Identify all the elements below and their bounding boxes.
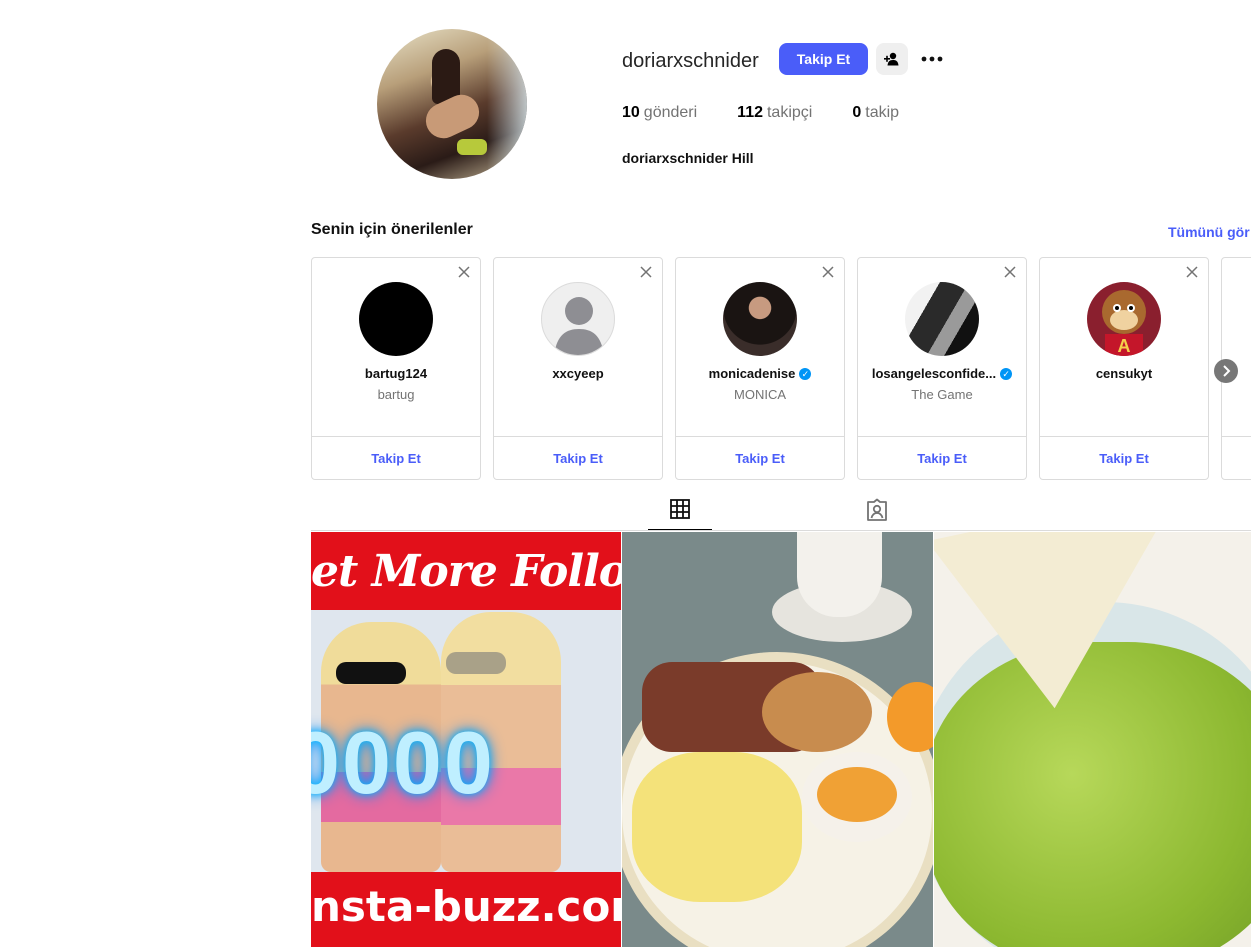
suggestion-follow-button[interactable]: Takip Et bbox=[312, 451, 480, 466]
suggestion-follow-button[interactable]: Takip Et bbox=[676, 451, 844, 466]
suggestion-avatar[interactable] bbox=[541, 282, 615, 356]
tabs-divider bbox=[311, 530, 1251, 531]
suggestion-avatar[interactable] bbox=[359, 282, 433, 356]
suggestion-follow-button[interactable]: Takip Et bbox=[1040, 451, 1208, 466]
post-tile[interactable] bbox=[622, 532, 933, 947]
verified-badge-icon: ✓ bbox=[1000, 368, 1013, 380]
stat-posts-count: 10 bbox=[622, 104, 640, 121]
carousel-next-button[interactable] bbox=[1214, 359, 1238, 383]
profile-stats: 10 gönderi 112 takipçi 0 takip bbox=[622, 104, 939, 122]
card-divider bbox=[312, 436, 480, 437]
more-options-button[interactable] bbox=[918, 47, 946, 71]
suggestion-subtitle: The Game bbox=[911, 387, 973, 402]
suggestion-username[interactable]: bartug124 bbox=[312, 366, 480, 381]
suggestion-card: monicadenise ✓ MONICA Takip Et bbox=[675, 257, 845, 480]
tab-tagged[interactable] bbox=[845, 493, 909, 531]
stat-following-count: 0 bbox=[852, 104, 862, 121]
post-image-cup bbox=[797, 532, 882, 617]
dismiss-icon[interactable] bbox=[457, 265, 471, 279]
card-divider bbox=[1040, 436, 1208, 437]
post-image-eggs bbox=[632, 752, 802, 902]
suggestion-username[interactable]: xxcyeep bbox=[494, 366, 662, 381]
post-image-peaches bbox=[817, 767, 897, 822]
avatar-photo-light bbox=[487, 29, 527, 179]
card-divider bbox=[1222, 436, 1251, 437]
follow-button[interactable]: Takip Et bbox=[779, 43, 868, 75]
dismiss-icon[interactable] bbox=[1185, 265, 1199, 279]
svg-text:A: A bbox=[1118, 336, 1131, 356]
suggestion-username[interactable]: monicadenise bbox=[709, 366, 796, 381]
more-dots-icon bbox=[921, 56, 943, 62]
suggestion-avatar[interactable] bbox=[723, 282, 797, 356]
suggestions-carousel: bartug124 bartug Takip Et xxcyeep Takip … bbox=[311, 257, 1251, 480]
chevron-right-icon bbox=[1223, 365, 1231, 377]
suggestion-card: bartug124 bartug Takip Et bbox=[311, 257, 481, 480]
post-image-sunglasses bbox=[336, 662, 406, 684]
tab-posts[interactable] bbox=[648, 493, 712, 531]
stat-posts-label: gönderi bbox=[643, 104, 698, 121]
stat-followers-count: 112 bbox=[737, 104, 763, 121]
default-avatar-icon bbox=[554, 297, 604, 355]
dismiss-icon[interactable] bbox=[821, 265, 835, 279]
suggestion-card: A censukyt Takip Et bbox=[1039, 257, 1209, 480]
profile-username: doriarxschnider bbox=[622, 50, 759, 72]
suggestion-card: xxcyeep Takip Et bbox=[493, 257, 663, 480]
suggestion-username-row: monicadenise ✓ bbox=[676, 366, 844, 381]
post-number-text: 0000 bbox=[311, 713, 495, 812]
suggestions-title: Senin için önerilenler bbox=[311, 221, 473, 238]
profile-bio-name: doriarxschnider Hill bbox=[622, 150, 754, 166]
stat-followers[interactable]: 112 takipçi bbox=[737, 104, 812, 122]
suggestion-avatar[interactable] bbox=[905, 282, 979, 356]
suggestion-username[interactable]: losangelesconfide... bbox=[872, 366, 996, 381]
stat-followers-label: takipçi bbox=[766, 104, 813, 121]
suggestion-card: losangelesconfide... ✓ The Game Takip Et bbox=[857, 257, 1027, 480]
post-image-sunglasses bbox=[446, 652, 506, 674]
post-tile[interactable]: et More Follower 0000 nsta-buzz.com bbox=[311, 532, 621, 947]
post-image-pie bbox=[762, 672, 872, 752]
card-divider bbox=[858, 436, 1026, 437]
stat-posts: 10 gönderi bbox=[622, 104, 697, 122]
dismiss-icon[interactable] bbox=[1003, 265, 1017, 279]
suggestion-subtitle: MONICA bbox=[734, 387, 786, 402]
suggestion-subtitle: bartug bbox=[377, 387, 415, 402]
suggestion-follow-button[interactable]: Takip Et bbox=[858, 451, 1026, 466]
suggestion-follow-button[interactable]: Takip Et bbox=[494, 451, 662, 466]
tagged-icon bbox=[867, 498, 887, 521]
dismiss-icon[interactable] bbox=[639, 265, 653, 279]
stat-following[interactable]: 0 takip bbox=[852, 104, 899, 122]
stat-following-label: takip bbox=[865, 104, 900, 121]
avatar-photo-shoes bbox=[457, 139, 487, 155]
post-banner-text: et More Follower bbox=[311, 546, 621, 597]
suggestion-avatar[interactable]: A bbox=[1087, 282, 1161, 356]
card-divider bbox=[494, 436, 662, 437]
suggestion-username-row: losangelesconfide... ✓ bbox=[858, 366, 1026, 381]
grid-icon bbox=[670, 499, 690, 519]
add-person-icon bbox=[884, 52, 899, 66]
avatar-photo-legs bbox=[420, 89, 485, 144]
profile-avatar[interactable] bbox=[377, 29, 527, 179]
post-tile[interactable] bbox=[934, 532, 1251, 947]
chipmunk-avatar-image: A bbox=[1102, 290, 1146, 356]
card-divider bbox=[676, 436, 844, 437]
verified-badge-icon: ✓ bbox=[799, 368, 812, 380]
suggest-users-button[interactable] bbox=[876, 43, 908, 75]
see-all-link[interactable]: Tümünü gör bbox=[1168, 224, 1250, 240]
post-url-text: nsta-buzz.com bbox=[311, 882, 621, 931]
suggestion-username[interactable]: censukyt bbox=[1040, 366, 1208, 381]
